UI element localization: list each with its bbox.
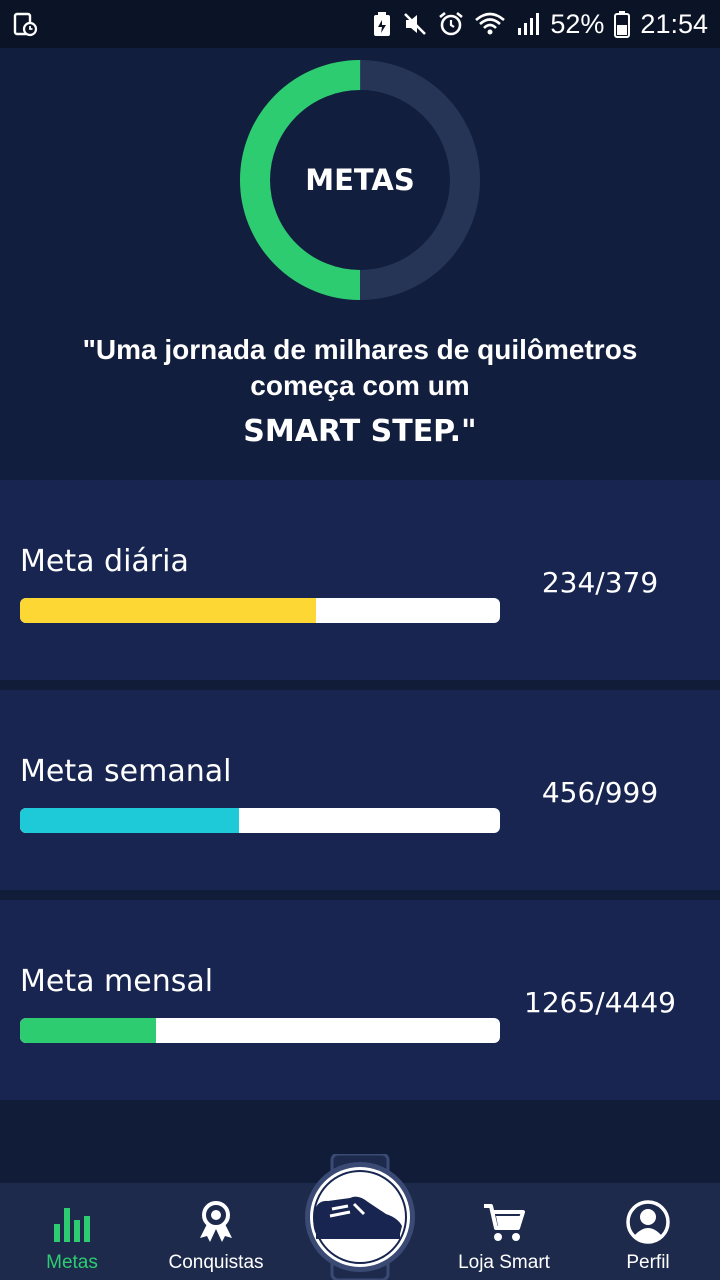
quote-line-1: "Uma jornada de milhares de quilômetros xyxy=(82,334,638,365)
goal-progress-fill xyxy=(20,598,317,623)
goal-label: Meta mensal xyxy=(20,964,214,999)
nav-label: Loja Smart xyxy=(458,1252,550,1273)
nav-item-perfil[interactable]: Perfil xyxy=(598,1183,698,1280)
mute-icon xyxy=(402,11,428,37)
goal-card-daily[interactable]: Meta diária 234/379 xyxy=(0,480,720,680)
screen-record-icon xyxy=(12,11,38,37)
battery-percent: 52% xyxy=(550,8,605,39)
goal-value: 456/999 xyxy=(541,776,659,809)
wifi-icon xyxy=(474,11,506,37)
quote-line-2: começa com um xyxy=(250,370,470,401)
goal-label: Meta semanal xyxy=(20,754,232,789)
smart-shoe-watch-icon[interactable] xyxy=(302,1154,418,1280)
goal-progress-fill xyxy=(20,1018,157,1043)
goal-progress-fill xyxy=(20,808,240,833)
goal-label: Meta diária xyxy=(20,544,189,579)
goal-progress-bar xyxy=(20,1018,500,1043)
nav-label: Conquistas xyxy=(168,1252,264,1273)
nav-item-metas[interactable]: Metas xyxy=(22,1183,122,1280)
battery-saver-icon xyxy=(372,11,392,37)
nav-item-conquistas[interactable]: Conquistas xyxy=(156,1183,276,1280)
nav-label: Metas xyxy=(46,1252,98,1273)
goal-value: 1265/4449 xyxy=(524,986,676,1019)
battery-icon xyxy=(614,10,631,38)
goal-card-monthly[interactable]: Meta mensal 1265/4449 xyxy=(0,900,720,1100)
status-bar: 52% 21:54 xyxy=(0,0,720,48)
goal-progress-bar xyxy=(20,808,500,833)
alarm-icon xyxy=(438,11,464,37)
goals-header: METAS "Uma jornada de milhares de quilôm… xyxy=(0,48,720,480)
signal-icon xyxy=(516,11,540,37)
goal-card-weekly[interactable]: Meta semanal 456/999 xyxy=(0,690,720,890)
goal-progress-bar xyxy=(20,598,500,623)
ring-title: METAS xyxy=(305,163,415,197)
bar-chart-icon xyxy=(54,1208,90,1242)
clock: 21:54 xyxy=(640,8,708,39)
nav-item-loja-smart[interactable]: Loja Smart xyxy=(444,1183,564,1280)
award-ribbon-icon xyxy=(200,1201,232,1242)
motivational-quote: "Uma jornada de milhares de quilômetros … xyxy=(40,332,680,450)
quote-brand: SMART STEP." xyxy=(243,414,477,449)
nav-label: Perfil xyxy=(626,1252,670,1273)
shopping-cart-icon xyxy=(484,1204,525,1241)
goal-value: 234/379 xyxy=(541,566,659,599)
profile-icon xyxy=(626,1200,670,1244)
